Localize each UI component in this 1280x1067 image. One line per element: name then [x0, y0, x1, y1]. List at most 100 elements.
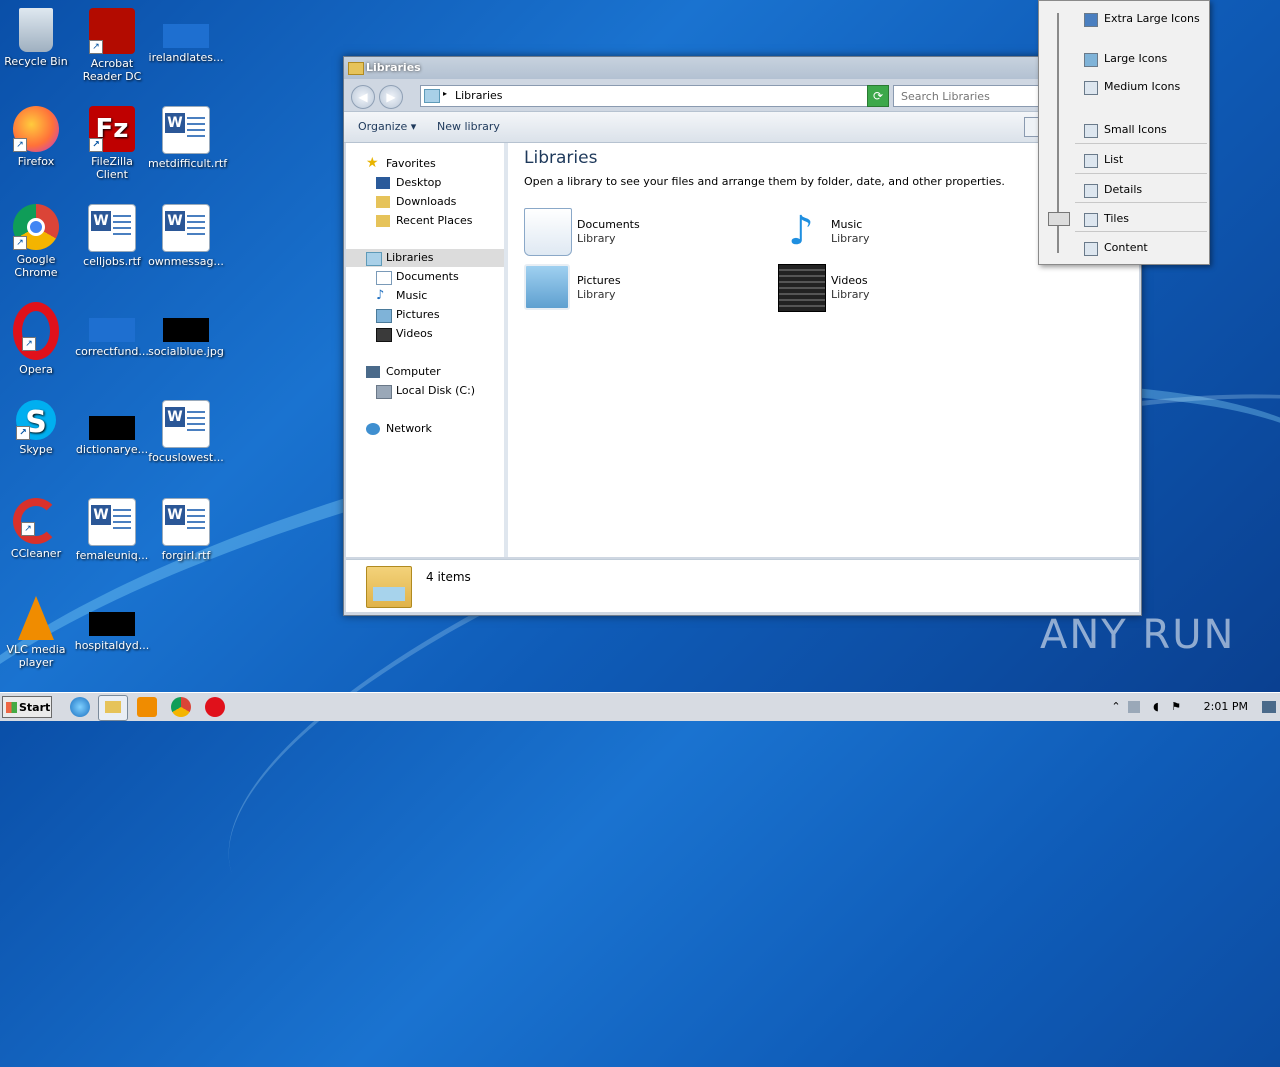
- word-document-icon: [162, 400, 210, 448]
- file-icon: [89, 416, 135, 440]
- nav-local-disk[interactable]: Local Disk (C:): [376, 382, 475, 400]
- file-icon: [89, 612, 135, 636]
- view-option-label: Small Icons: [1104, 123, 1167, 136]
- library-videos[interactable]: Videos Library: [778, 264, 978, 312]
- show-desktop-icon[interactable]: [1262, 701, 1276, 713]
- action-center-icon[interactable]: [1128, 701, 1140, 713]
- desktop-icon-filezilla[interactable]: Fz ↗ FileZilla Client: [74, 106, 150, 181]
- new-library-button[interactable]: New library: [437, 120, 500, 133]
- refresh-button[interactable]: ⟳: [867, 85, 889, 107]
- nav-documents[interactable]: Documents: [376, 268, 459, 286]
- desktop-icon-label: Opera: [19, 363, 53, 376]
- desktop-icon-file[interactable]: focuslowest...: [148, 400, 224, 464]
- navigation-pane: ★ Favorites Desktop Downloads Recent Pla…: [346, 143, 508, 557]
- library-name: Documents: [577, 218, 640, 231]
- view-option-large-icons[interactable]: Large Icons: [1075, 48, 1205, 70]
- desktop-icon-label: forgirl.rtf: [161, 549, 211, 562]
- explorer-taskbar-button[interactable]: [98, 695, 128, 721]
- nav-libraries[interactable]: Libraries: [346, 249, 504, 267]
- view-option-medium-icons[interactable]: Medium Icons: [1075, 76, 1205, 98]
- view-option-content[interactable]: Content: [1075, 237, 1205, 259]
- nav-videos[interactable]: Videos: [376, 325, 433, 343]
- desktop-icon-label: FileZilla Client: [91, 155, 133, 181]
- desktop-icon-skype[interactable]: S ↗ Skype: [0, 400, 74, 456]
- taskbar: Start ⌃ ◖ ⚑ 2:01 PM: [0, 692, 1280, 721]
- view-option-details[interactable]: Details: [1075, 179, 1205, 201]
- chrome-taskbar-icon[interactable]: [171, 697, 191, 717]
- desktop-icon-label: irelandlates...: [148, 51, 224, 64]
- word-document-icon: [88, 204, 136, 252]
- internet-explorer-icon[interactable]: [70, 697, 90, 717]
- view-option-extra-large-icons[interactable]: Extra Large Icons: [1075, 8, 1205, 30]
- desktop-icon-file[interactable]: socialblue.jpg: [148, 302, 224, 358]
- library-documents[interactable]: Documents Library: [524, 208, 724, 256]
- nav-label: Desktop: [396, 176, 442, 189]
- show-hidden-icons-icon[interactable]: ⌃: [1110, 701, 1122, 713]
- desktop-icon-recycle-bin[interactable]: Recycle Bin: [0, 8, 74, 68]
- library-type: Library: [831, 288, 870, 301]
- desktop-icon-opera[interactable]: ↗ Opera: [0, 302, 74, 376]
- desktop-icon-file[interactable]: irelandlates...: [148, 8, 224, 64]
- nav-label: Libraries: [386, 251, 434, 264]
- library-pictures[interactable]: Pictures Library: [524, 264, 724, 310]
- desktop-icon-file[interactable]: hospitaldyd...: [74, 596, 150, 652]
- desktop-icon-file[interactable]: celljobs.rtf: [74, 204, 150, 268]
- search-box[interactable]: [893, 85, 1045, 107]
- desktop-icon-file[interactable]: femaleuniq...: [74, 498, 150, 562]
- recycle-bin-icon: [19, 8, 53, 52]
- back-button[interactable]: ◀: [351, 85, 375, 109]
- desktop-icon-file[interactable]: metdifficult.rtf: [148, 106, 227, 170]
- nav-network[interactable]: Network: [366, 420, 432, 438]
- menu-separator: [1075, 202, 1207, 203]
- nav-label: Favorites: [386, 157, 436, 170]
- nav-pictures[interactable]: Pictures: [376, 306, 440, 324]
- desktop-icon-file[interactable]: ownmessag...: [148, 204, 224, 268]
- desktop-icon-firefox[interactable]: ↗ Firefox: [0, 106, 74, 168]
- library-type: Library: [577, 232, 616, 245]
- menu-separator: [1075, 231, 1207, 232]
- view-option-label: Content: [1104, 241, 1148, 254]
- details-icon: [1084, 184, 1098, 198]
- nav-desktop[interactable]: Desktop: [376, 174, 442, 192]
- libraries-icon: [424, 89, 440, 103]
- breadcrumb-arrow-icon[interactable]: ▸: [443, 89, 447, 98]
- view-option-small-icons[interactable]: Small Icons: [1075, 119, 1205, 141]
- nav-recent-places[interactable]: Recent Places: [376, 212, 473, 230]
- desktop-icon-file[interactable]: dictionarye...: [74, 400, 150, 456]
- desktop-icon-acrobat[interactable]: ↗ Acrobat Reader DC: [74, 8, 150, 83]
- desktop-icon-ccleaner[interactable]: ↗ CCleaner: [0, 498, 74, 560]
- view-slider-thumb[interactable]: [1048, 212, 1070, 226]
- desktop-icon-file[interactable]: correctfund...: [74, 302, 150, 358]
- window-titlebar[interactable]: Libraries: [344, 57, 1141, 79]
- opera-taskbar-icon[interactable]: [205, 697, 225, 717]
- media-player-icon[interactable]: [137, 697, 157, 717]
- start-button[interactable]: Start: [2, 696, 52, 718]
- libraries-large-icon: [366, 566, 412, 608]
- volume-icon[interactable]: ◖: [1150, 701, 1162, 713]
- menu-separator: [1075, 173, 1207, 174]
- breadcrumb-libraries[interactable]: Libraries: [455, 89, 503, 102]
- clock[interactable]: 2:01 PM: [1204, 700, 1248, 713]
- view-option-list[interactable]: List: [1075, 149, 1205, 171]
- view-option-tiles[interactable]: Tiles: [1075, 208, 1205, 230]
- ccleaner-icon: ↗: [13, 498, 59, 544]
- explorer-body: ★ Favorites Desktop Downloads Recent Pla…: [346, 143, 1139, 557]
- library-music[interactable]: ♪ Music Library: [778, 208, 978, 254]
- desktop-icon-vlc[interactable]: VLC media player: [0, 596, 74, 669]
- nav-computer[interactable]: Computer: [366, 363, 441, 381]
- desktop-icon-file[interactable]: forgirl.rtf: [148, 498, 224, 562]
- search-input[interactable]: [899, 89, 1043, 104]
- desktop-icon-label: VLC media player: [6, 643, 66, 669]
- organize-button[interactable]: Organize ▾: [358, 120, 416, 133]
- desktop-icon-label: correctfund...: [75, 345, 149, 358]
- flag-icon[interactable]: ⚑: [1170, 701, 1182, 713]
- nav-downloads[interactable]: Downloads: [376, 193, 456, 211]
- desktop-icon-chrome[interactable]: ↗ Google Chrome: [0, 204, 74, 279]
- nav-music[interactable]: ♪ Music: [376, 287, 427, 305]
- details-pane: 4 items: [346, 559, 1139, 612]
- forward-button[interactable]: ▶: [379, 85, 403, 109]
- image-file-icon: [163, 318, 209, 342]
- nav-favorites[interactable]: ★ Favorites: [366, 155, 436, 173]
- address-bar[interactable]: ▸ Libraries ▼: [420, 85, 888, 107]
- skype-icon: S ↗: [16, 400, 56, 440]
